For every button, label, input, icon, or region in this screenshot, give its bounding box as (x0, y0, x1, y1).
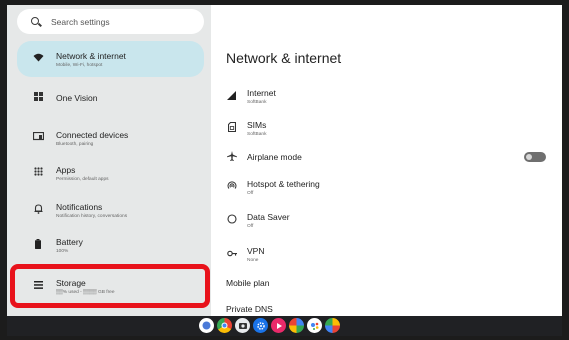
assistant-icon[interactable] (307, 318, 322, 333)
row-label: Hotspot & tethering (247, 178, 320, 189)
row-label: VPN (247, 245, 265, 256)
row-private-dns[interactable]: Private DNS (226, 301, 556, 316)
battery-icon (32, 238, 44, 252)
settings-icon[interactable] (253, 318, 268, 333)
devices-icon (32, 131, 44, 144)
sidebar: Search settings Network & internet Mobil… (7, 5, 211, 316)
sidebar-item-label: Network & internet (56, 50, 126, 61)
storage-icon (32, 280, 44, 292)
row-hotspot-tethering[interactable]: Hotspot & tethering Off (226, 176, 556, 198)
search-placeholder: Search settings (51, 16, 110, 27)
row-label: Data Saver (247, 211, 290, 222)
search-bar[interactable]: Search settings (17, 9, 204, 34)
camera-icon[interactable] (235, 318, 250, 333)
hotspot-icon (226, 181, 237, 193)
grid-icon (32, 92, 44, 104)
row-vpn[interactable]: VPN None (226, 243, 556, 265)
photos-icon[interactable] (271, 318, 286, 333)
main-content: Network & internet Internet SoftBank SIM… (211, 5, 562, 316)
sidebar-item-sub: Permission, default apps (56, 176, 109, 182)
sidebar-item-network[interactable]: Network & internet Mobile, Wi-Fi, hotspo… (17, 41, 204, 77)
gallery-icon[interactable] (325, 318, 340, 333)
apps-icon (32, 167, 44, 179)
row-data-saver[interactable]: Data Saver Off (226, 209, 556, 231)
sidebar-item-label: Storage (56, 277, 86, 288)
sidebar-item-battery[interactable]: Battery 100% (17, 227, 204, 263)
row-label: Internet (247, 87, 276, 98)
page-title: Network & internet (226, 50, 342, 66)
sidebar-item-label: One Vision (56, 93, 98, 103)
airplane-icon (226, 151, 237, 163)
row-sub: SoftBank (247, 131, 267, 137)
row-airplane-mode[interactable]: Airplane mode (226, 148, 556, 166)
sidebar-item-connected-devices[interactable]: Connected devices Bluetooth, pairing (17, 120, 204, 156)
sidebar-item-storage[interactable]: Storage ▒▒% used - ▒▒▒▒ GB free (17, 268, 204, 304)
sidebar-item-notifications[interactable]: Notifications Notification history, conv… (17, 192, 204, 228)
sidebar-item-sub: ▒▒% used - ▒▒▒▒ GB free (56, 289, 115, 295)
row-label: Airplane mode (247, 152, 302, 162)
wifi-icon (32, 53, 44, 65)
sidebar-item-sub: 100% (56, 248, 69, 254)
airplane-mode-toggle[interactable] (524, 152, 546, 162)
row-mobile-plan[interactable]: Mobile plan (226, 275, 556, 291)
row-sims[interactable]: SIMs SoftBank (226, 117, 556, 139)
app-dock (199, 318, 340, 333)
play-store-icon[interactable] (289, 318, 304, 333)
data-saver-icon (226, 214, 237, 226)
settings-window: Search settings Network & internet Mobil… (7, 5, 562, 316)
sidebar-item-label: Connected devices (56, 129, 129, 140)
sidebar-item-label: Apps (56, 164, 76, 175)
chrome-icon[interactable] (217, 318, 232, 333)
sidebar-item-label: Battery (56, 236, 83, 247)
row-label: SIMs (247, 119, 267, 130)
row-sub: None (247, 257, 259, 263)
sidebar-item-sub: Notification history, conversations (56, 213, 128, 219)
search-icon (30, 16, 42, 28)
bell-icon (32, 203, 44, 217)
sidebar-item-one-vision[interactable]: One Vision (17, 85, 204, 111)
row-internet[interactable]: Internet SoftBank (226, 85, 556, 107)
row-sub: Off (247, 223, 254, 229)
sidebar-item-label: Notifications (56, 201, 103, 212)
row-sub: Off (247, 190, 254, 196)
sidebar-item-sub: Mobile, Wi-Fi, hotspot (56, 62, 103, 68)
sidebar-item-apps[interactable]: Apps Permission, default apps (17, 155, 204, 191)
row-label: Mobile plan (226, 278, 270, 288)
sidebar-item-sub: Bluetooth, pairing (56, 141, 94, 147)
signal-icon (226, 90, 237, 102)
row-sub: SoftBank (247, 99, 267, 105)
vpn-icon (226, 250, 237, 259)
sim-icon (226, 121, 237, 134)
taskbar (7, 316, 562, 336)
row-label: Private DNS (226, 304, 273, 314)
launcher-icon[interactable] (199, 318, 214, 333)
